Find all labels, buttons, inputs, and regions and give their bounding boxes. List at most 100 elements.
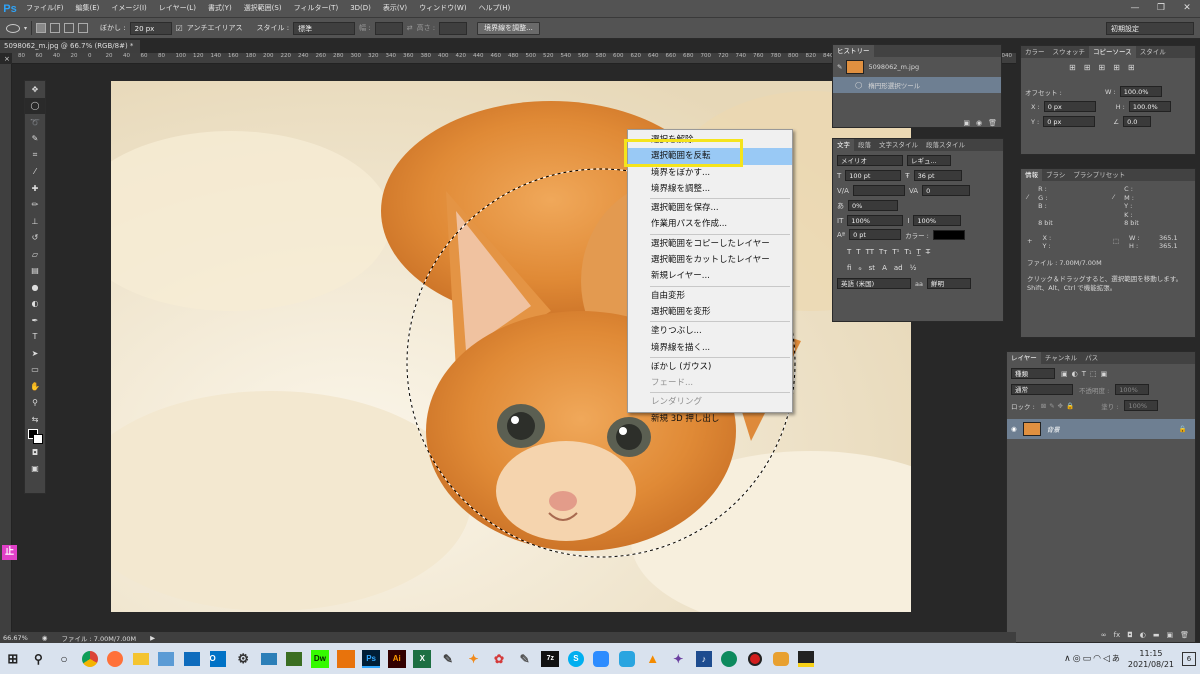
clone-slot-2-icon[interactable]: ⊞	[1084, 63, 1091, 72]
menu-item-7[interactable]: 3D(D)	[344, 0, 377, 17]
type-tool-icon[interactable]: T	[25, 329, 45, 346]
eraser-icon[interactable]: ▱	[25, 246, 45, 263]
ordinal-icon[interactable]: ad	[894, 264, 903, 272]
app-icon-9[interactable]: ✦	[666, 649, 690, 669]
tab-char-style[interactable]: 文字スタイル	[875, 139, 922, 151]
width-scale-input[interactable]: 100.0%	[1119, 86, 1162, 97]
tab-brush[interactable]: ブラシ	[1042, 169, 1069, 181]
refine-edge-button[interactable]: 境界線を調整...	[477, 21, 540, 35]
adjustment-icon[interactable]: ◐	[1140, 631, 1146, 639]
feather-input[interactable]: 20 px	[129, 21, 172, 35]
firefox-icon[interactable]	[103, 649, 127, 669]
menu-item-9[interactable]: ウィンドウ(W)	[413, 0, 472, 17]
status-info-icon[interactable]: ◉	[42, 634, 48, 642]
menu-item-5[interactable]: 選択範囲(S)	[238, 0, 288, 17]
hand-tool-icon[interactable]: ✋	[25, 378, 45, 395]
new-selection-icon[interactable]	[36, 23, 47, 33]
crop-tool-icon[interactable]: ⌗	[25, 147, 45, 164]
menu-item-3[interactable]: レイヤー(L)	[153, 0, 202, 17]
trash-icon[interactable]: 🗑	[988, 119, 997, 127]
app-icon-8[interactable]	[615, 649, 639, 669]
tsume-input[interactable]: 0%	[848, 200, 898, 211]
notification-icon[interactable]: 6	[1182, 651, 1196, 666]
tab-para-style[interactable]: 段落スタイル	[922, 139, 969, 151]
kerning-input[interactable]	[852, 185, 905, 196]
gradient-icon[interactable]: ▤	[25, 263, 45, 280]
mask-icon[interactable]: ◘	[1127, 631, 1133, 639]
subscript-icon[interactable]: T₁	[904, 248, 911, 256]
app-icon-2[interactable]	[257, 649, 281, 669]
swap-icon[interactable]: ⇄	[407, 24, 413, 32]
zoom-app-icon[interactable]	[589, 649, 613, 669]
dreamweaver-icon[interactable]: Dw	[308, 649, 332, 669]
tab-history[interactable]: ヒストリー	[833, 45, 874, 57]
close-tab-icon[interactable]: ×	[4, 55, 10, 63]
tab-styles[interactable]: スタイル	[1136, 46, 1170, 58]
app-icon-10[interactable]	[717, 649, 741, 669]
height-scale-input[interactable]: 100.0%	[1128, 101, 1171, 112]
link-icon[interactable]: ∞	[1101, 631, 1107, 639]
tab-swatches[interactable]: スウォッチ	[1049, 46, 1090, 58]
app-icon-12[interactable]	[794, 649, 818, 669]
task-view-icon[interactable]: ○	[52, 649, 76, 669]
menu-item-0[interactable]: ファイル(F)	[20, 0, 70, 17]
style-select[interactable]: 標準	[293, 21, 356, 35]
tab-brush-presets[interactable]: ブラシプリセット	[1069, 169, 1129, 181]
pen-tool-icon[interactable]: ✒	[25, 312, 45, 329]
healing-brush-icon[interactable]: ✚	[25, 180, 45, 197]
stylistic-icon[interactable]: st	[869, 264, 875, 272]
opacity-input[interactable]: 100%	[1115, 384, 1150, 395]
camera-icon[interactable]: ◉	[976, 119, 982, 127]
ligature-icon[interactable]: fi	[847, 264, 851, 272]
app-icon-1[interactable]	[154, 649, 178, 669]
fraction-icon[interactable]: ½	[910, 264, 917, 272]
clone-slot-4-icon[interactable]: ⊞	[1113, 63, 1120, 72]
close-button[interactable]: ✕	[1174, 0, 1200, 17]
lock-icons[interactable]: ⊠✎✥🔒	[1041, 402, 1077, 410]
screen-mode-icon[interactable]: ▣	[25, 461, 45, 478]
leading-input[interactable]: 36 pt	[913, 170, 962, 181]
group-icon[interactable]: ▬	[1153, 631, 1160, 639]
delete-layer-icon[interactable]: 🗑	[1180, 631, 1189, 639]
clone-slot-5-icon[interactable]: ⊞	[1128, 63, 1135, 72]
document-tab[interactable]: 5098062_m.jpg @ 66.7% (RGB/8#) * ×	[0, 40, 140, 63]
tray-icon-1[interactable]: ◎	[1073, 654, 1081, 664]
context-menu-item[interactable]: 選択範囲をカットしたレイヤー	[628, 252, 792, 268]
7zip-icon[interactable]: 7z	[538, 649, 562, 669]
workspace-select[interactable]: 初期設定	[1106, 21, 1194, 35]
butterfly-icon[interactable]: ✦	[461, 649, 485, 669]
app-icon-6[interactable]: ✿	[487, 649, 511, 669]
small-caps-icon[interactable]: Tᴛ	[879, 248, 887, 256]
font-family-select[interactable]: メイリオ	[837, 155, 903, 166]
history-brush-icon[interactable]: ↺	[25, 230, 45, 247]
search-icon[interactable]: ⚲	[26, 649, 50, 669]
subtract-selection-icon[interactable]	[64, 23, 75, 33]
dropdown-arrow-icon[interactable]: ▾	[24, 25, 27, 32]
font-size-input[interactable]: 100 pt	[845, 170, 902, 181]
clone-slot-1-icon[interactable]: ⊞	[1069, 63, 1076, 72]
volume-icon[interactable]: ◁	[1103, 654, 1110, 664]
network-icon[interactable]: ◠	[1093, 654, 1101, 664]
dodge-tool-icon[interactable]: ◐	[25, 296, 45, 313]
app-icon-11[interactable]	[769, 649, 793, 669]
clock[interactable]: 11:15 2021/08/21	[1122, 648, 1180, 670]
menu-item-2[interactable]: イメージ(I)	[105, 0, 152, 17]
context-menu-item[interactable]: 塗りつぶし...	[628, 323, 792, 339]
quick-mask-icon[interactable]: ◘	[25, 444, 45, 461]
tab-paths[interactable]: パス	[1081, 352, 1102, 364]
app-icon-3[interactable]	[282, 649, 306, 669]
menu-item-8[interactable]: 表示(V)	[377, 0, 413, 17]
quick-select-icon[interactable]: ✎	[25, 131, 45, 148]
battery-icon[interactable]: ▭	[1083, 654, 1092, 664]
superscript-icon[interactable]: T¹	[892, 248, 899, 256]
windows-start-icon[interactable]: ⊞	[1, 649, 25, 669]
vertical-scale-input[interactable]: 100%	[847, 215, 904, 226]
fill-input[interactable]: 100%	[1124, 400, 1159, 411]
context-menu-item[interactable]: 自由変形	[628, 288, 792, 304]
shape-tool-icon[interactable]: ▭	[25, 362, 45, 379]
fx-icon[interactable]: fx	[1114, 631, 1121, 639]
zoom-tool-icon[interactable]: ⚲	[25, 395, 45, 412]
settings-gear-icon[interactable]: ⚙	[231, 649, 255, 669]
tray-chevron-icon[interactable]: ∧	[1064, 654, 1071, 664]
outlook-icon[interactable]: O	[206, 649, 230, 669]
